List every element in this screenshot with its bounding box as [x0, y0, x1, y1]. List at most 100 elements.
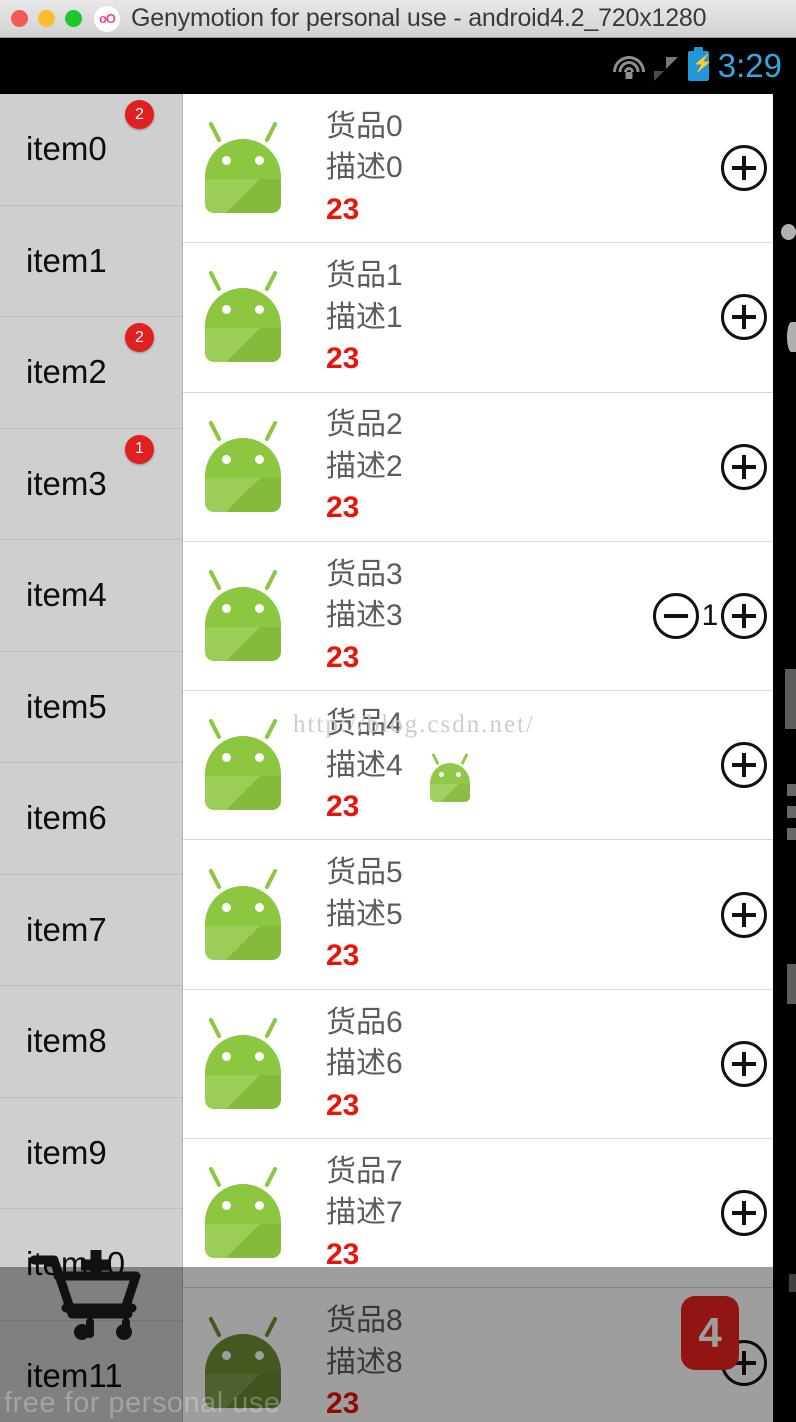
product-name: 货品7 — [326, 1154, 403, 1188]
sidebar-item-item7[interactable]: item7 — [0, 875, 182, 986]
sidebar-item-item5[interactable]: item5 — [0, 652, 182, 763]
product-description: 描述1 — [326, 300, 403, 334]
background-window-sliver — [787, 806, 796, 818]
quantity-stepper[interactable]: 1 — [653, 593, 767, 640]
sidebar-item-label: item5 — [26, 687, 107, 725]
product-row[interactable]: 货品1 描述1 23 — [183, 243, 773, 393]
product-price: 23 — [326, 1387, 360, 1421]
product-row[interactable]: 货品2 描述2 23 — [183, 392, 773, 542]
plus-circle-icon[interactable] — [721, 443, 767, 490]
product-row[interactable]: 货品8 描述8 23 4 — [183, 1288, 773, 1422]
product-price: 23 — [326, 192, 360, 226]
product-description: 描述4 — [326, 748, 403, 782]
window-titlebar: oO Genymotion for personal use - android… — [0, 0, 796, 38]
product-description: 描述3 — [326, 599, 403, 633]
sidebar-item-badge: 1 — [125, 434, 154, 464]
sidebar-item-label: item8 — [26, 1022, 107, 1060]
plus-circle-icon[interactable] — [721, 891, 767, 938]
android-robot-icon — [200, 270, 286, 364]
product-description: 描述5 — [326, 897, 403, 931]
product-row[interactable]: 货品7 描述7 23 — [183, 1139, 773, 1289]
status-icons — [612, 47, 713, 81]
sidebar-item-item2[interactable]: item2 2 — [0, 317, 182, 429]
product-text: 货品5 描述5 23 — [326, 854, 403, 975]
background-window-sliver — [781, 224, 796, 240]
quantity-stepper[interactable] — [721, 891, 767, 938]
product-description: 描述6 — [326, 1047, 403, 1081]
product-text: 货品0 描述0 23 — [326, 108, 403, 229]
product-price: 23 — [326, 342, 360, 376]
product-description: 描述8 — [326, 1345, 403, 1379]
close-icon[interactable] — [11, 10, 28, 27]
sidebar-item-item3[interactable]: item3 1 — [0, 429, 182, 540]
background-window-sliver — [787, 322, 796, 352]
wifi-icon — [612, 55, 646, 81]
android-robot-icon — [200, 569, 286, 663]
background-window-sliver — [785, 669, 796, 729]
minus-circle-icon[interactable] — [653, 593, 699, 640]
cellular-signal-icon — [653, 56, 680, 81]
product-price: 23 — [326, 939, 360, 973]
plus-circle-icon[interactable] — [721, 593, 767, 640]
product-description: 描述2 — [326, 449, 403, 483]
plus-circle-icon[interactable] — [721, 294, 767, 341]
product-price: 23 — [326, 1088, 360, 1122]
sidebar-item-item4[interactable]: item4 — [0, 540, 182, 652]
quantity-value: 1 — [701, 599, 719, 633]
status-clock: 3:29 — [717, 47, 782, 84]
sidebar-item-label: item4 — [26, 576, 107, 614]
product-text: 货品7 描述7 23 — [326, 1153, 403, 1274]
product-name: 货品6 — [326, 1005, 403, 1039]
product-row[interactable]: 货品6 描述6 23 — [183, 989, 773, 1140]
product-text: 货品1 描述1 23 — [326, 257, 403, 378]
csdn-android-robot-icon — [427, 753, 473, 803]
product-price: 23 — [326, 491, 360, 525]
add-to-cart-icon[interactable] — [28, 1246, 148, 1342]
maximize-icon[interactable] — [65, 10, 82, 27]
plus-circle-icon[interactable] — [721, 145, 767, 192]
plus-circle-icon[interactable] — [721, 742, 767, 789]
window-title: Genymotion for personal use - android4.2… — [131, 4, 707, 32]
sidebar-item-label: item3 — [26, 464, 107, 502]
minimize-icon[interactable] — [38, 10, 55, 27]
quantity-stepper[interactable] — [721, 145, 767, 192]
product-description: 描述7 — [326, 1196, 403, 1230]
background-window-sliver — [787, 784, 796, 796]
android-robot-icon — [200, 121, 286, 215]
product-name: 货品1 — [326, 259, 403, 293]
background-window-sliver — [789, 1274, 796, 1292]
right-gutter — [773, 94, 796, 1422]
product-name: 货品2 — [326, 408, 403, 442]
product-price: 23 — [326, 640, 360, 674]
battery-charging-icon — [687, 47, 713, 81]
android-robot-icon — [200, 718, 286, 812]
sidebar-item-item0[interactable]: item0 2 — [0, 94, 182, 206]
quantity-stepper[interactable] — [721, 443, 767, 490]
android-robot-icon — [200, 1166, 286, 1260]
quantity-stepper[interactable] — [721, 742, 767, 789]
product-row[interactable]: 货品4 描述4 23 http://blog.csdn.net/ — [183, 691, 773, 841]
plus-circle-icon[interactable] — [721, 1190, 767, 1237]
product-list[interactable]: 货品0 描述0 23 货品1 描述1 23 货品2 描述2 23 货品3 描述3 23 1 货品4 描述4 2… — [183, 94, 773, 1422]
plus-circle-icon[interactable] — [721, 1040, 767, 1087]
genymotion-logo-icon: oO — [94, 5, 120, 32]
quantity-stepper[interactable] — [721, 294, 767, 341]
product-row[interactable]: 货品0 描述0 23 — [183, 94, 773, 244]
product-name: 货品0 — [326, 109, 403, 143]
sidebar-item-item1[interactable]: item1 — [0, 206, 182, 317]
android-status-bar: 3:29 — [0, 38, 796, 94]
product-name: 货品4 — [326, 707, 403, 741]
product-row[interactable]: 货品5 描述5 23 — [183, 840, 773, 990]
cart-count-badge: 4 — [681, 1296, 739, 1371]
product-row[interactable]: 货品3 描述3 23 1 — [183, 541, 773, 692]
quantity-stepper[interactable] — [721, 1190, 767, 1237]
product-description: 描述0 — [326, 151, 403, 185]
background-window-sliver — [787, 964, 796, 1004]
quantity-stepper[interactable] — [721, 1040, 767, 1087]
sidebar-item-item8[interactable]: item8 — [0, 986, 182, 1098]
android-robot-icon — [200, 1315, 286, 1410]
sidebar-item-label: item2 — [26, 353, 107, 391]
sidebar-item-item6[interactable]: item6 — [0, 763, 182, 875]
sidebar-item-item9[interactable]: item9 — [0, 1098, 182, 1209]
android-robot-icon — [200, 867, 286, 962]
